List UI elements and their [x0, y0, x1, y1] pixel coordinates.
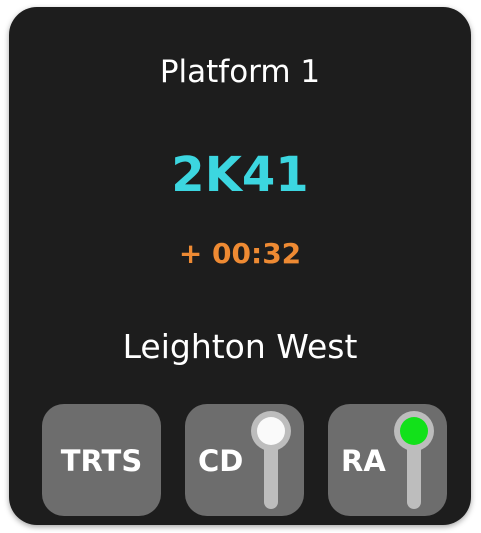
cd-button[interactable]: CD	[185, 404, 304, 516]
ra-indicator-lamp	[394, 411, 434, 451]
destination: Leighton West	[122, 327, 358, 366]
train-headcode: 2K41	[171, 147, 309, 203]
ra-indicator-icon	[394, 411, 434, 511]
cd-indicator-icon	[251, 411, 291, 511]
delay-time: + 00:32	[178, 237, 302, 270]
platform-card: Platform 1 2K41 + 00:32 Leighton West TR…	[9, 7, 471, 525]
trts-button[interactable]: TRTS	[42, 404, 161, 516]
platform-title: Platform 1	[159, 54, 321, 90]
cd-indicator-lamp	[251, 411, 291, 451]
trts-button-label: TRTS	[60, 444, 143, 478]
ra-button-label: RA	[341, 444, 386, 478]
ra-button[interactable]: RA	[328, 404, 447, 516]
cd-button-label: CD	[198, 444, 244, 478]
cd-indicator-light	[257, 417, 285, 445]
ra-indicator-light	[400, 417, 428, 445]
